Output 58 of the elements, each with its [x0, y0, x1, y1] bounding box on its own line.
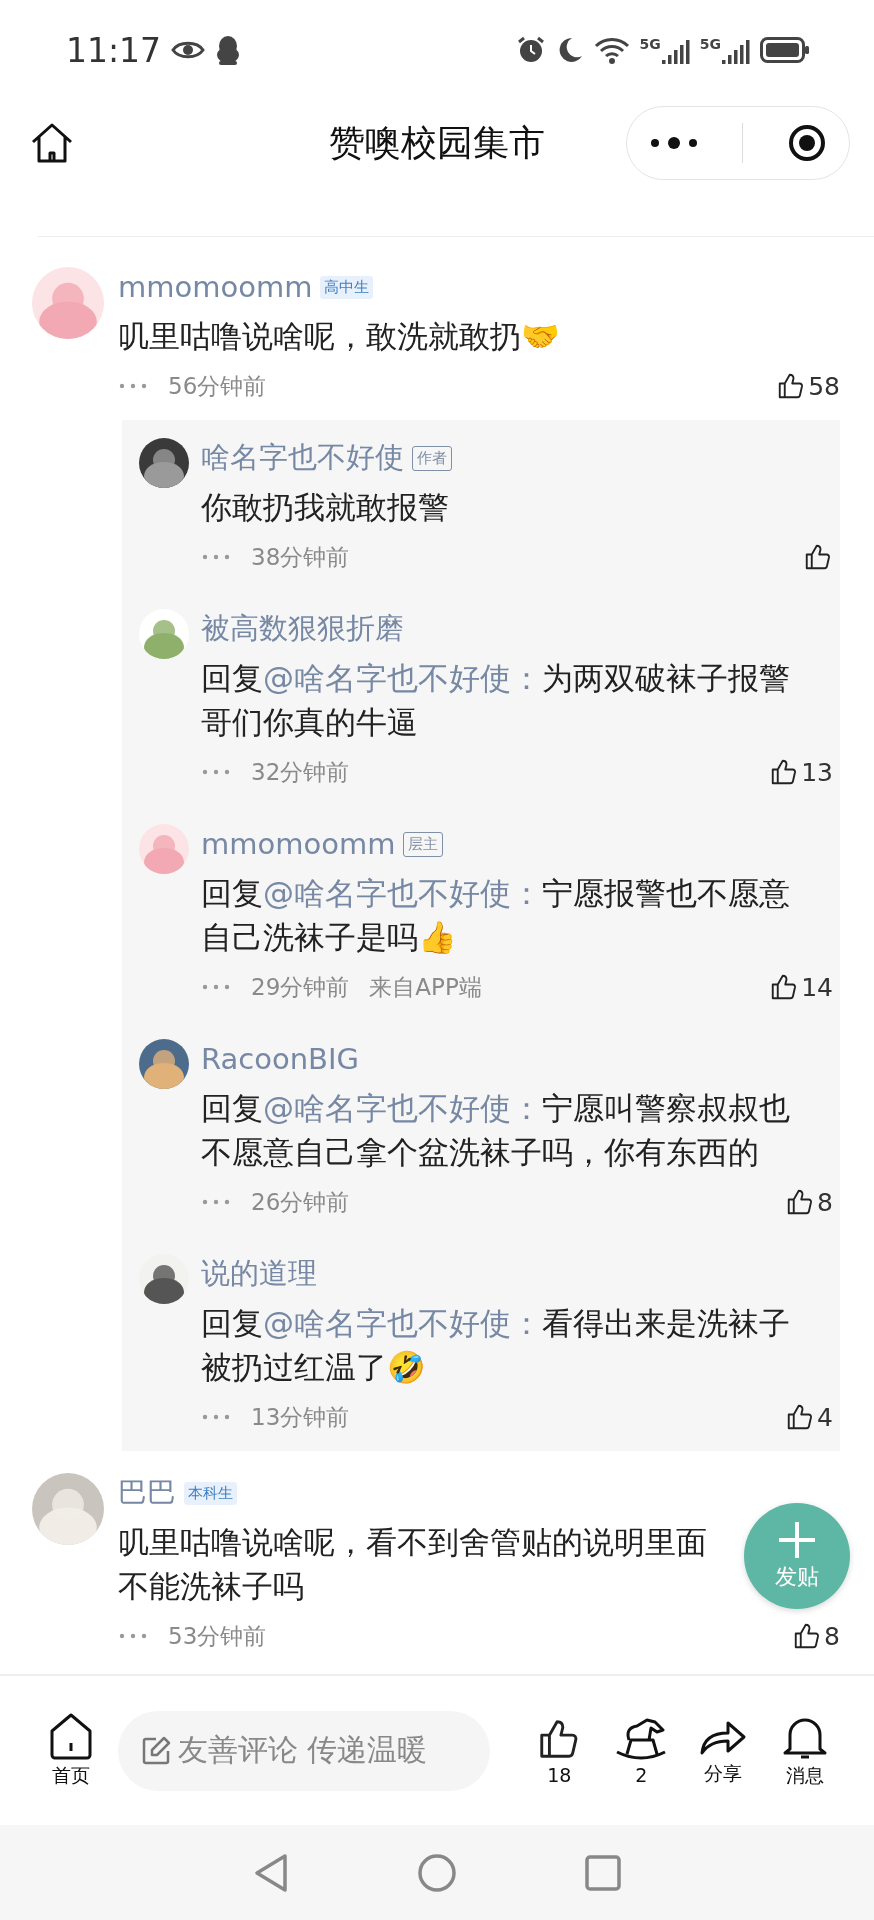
recents-icon[interactable] [585, 1854, 621, 1891]
timestamp: 56分钟前 [168, 371, 267, 401]
more-icon[interactable] [648, 136, 699, 150]
tab-label[interactable]: 首页 [51, 1762, 90, 1789]
home-icon[interactable] [30, 122, 74, 164]
user-name[interactable]: RacoonBIG [201, 1042, 359, 1076]
user-name[interactable]: mmomoomm [118, 270, 313, 304]
network-label: 5G [639, 36, 661, 52]
comment-text: 叽里咕噜说啥呢，看不到舍管贴的说明里面 [118, 1523, 707, 1562]
comment-input-field[interactable]: 友善评论 传递温暖 [117, 1710, 491, 1791]
user-name[interactable]: 被高数狠狠折磨 [201, 609, 404, 649]
clock-time: 11:17 [66, 30, 162, 70]
like-count: 13 [801, 757, 833, 787]
role-tag: 本科生 [184, 1481, 237, 1505]
eye-icon [171, 39, 206, 61]
timestamp: 13分钟前 [251, 1402, 350, 1432]
battery-icon [760, 37, 810, 63]
like-count: 18 [547, 1763, 572, 1786]
alarm-icon [515, 35, 546, 65]
plus-icon [777, 1520, 817, 1560]
favorite-count: 2 [635, 1763, 648, 1786]
reply-text: 回复@啥名字也不好使：宁愿报警也不愿意自己洗袜子是吗👍 [201, 874, 791, 957]
penguin-icon [215, 35, 242, 65]
target-icon[interactable] [787, 123, 828, 163]
timestamp: 29分钟前 [251, 972, 350, 1002]
reply-text: 你敢扔我就敢报警 [201, 488, 450, 527]
user-name[interactable]: 啥名字也不好使 [201, 438, 404, 478]
home-circle-icon[interactable] [417, 1852, 457, 1893]
reply-text: 回复@啥名字也不好使：宁愿叫警察叔叔也不愿意自己拿个盆洗袜子吗，你有东西的 [201, 1089, 791, 1172]
timestamp: 32分钟前 [251, 757, 350, 787]
comment-text: 叽里咕噜说啥呢，敢洗就敢扔🤝 [118, 317, 560, 356]
like-icon[interactable] [803, 542, 833, 572]
comment-text: 不能洗袜子吗 [118, 1567, 304, 1606]
back-icon[interactable] [253, 1852, 289, 1893]
tab-label[interactable]: 分享 [704, 1760, 743, 1787]
like-count: 4 [817, 1402, 833, 1432]
user-name[interactable]: mmomoomm [201, 827, 396, 861]
reply-text: 回复@啥名字也不好使：看得出来是洗袜子被扔过红温了🤣 [201, 1304, 791, 1387]
post-button[interactable]: 发贴 [744, 1503, 850, 1609]
source-label: 来自APP端 [369, 972, 482, 1002]
timestamp: 26分钟前 [251, 1187, 350, 1217]
tab-label[interactable]: 消息 [786, 1762, 825, 1789]
role-tag: 层主 [403, 831, 444, 857]
home-icon[interactable] [48, 1712, 93, 1761]
role-tag: 作者 [412, 445, 452, 471]
user-name[interactable]: 巴巴 [118, 1473, 176, 1513]
like-count: 14 [801, 972, 833, 1002]
wifi-icon [593, 36, 630, 64]
user-name[interactable]: 说的道理 [201, 1254, 317, 1294]
like-count: 58 [808, 371, 840, 401]
page-title: 赞噢校园集市 [329, 121, 545, 163]
like-count: 8 [817, 1187, 833, 1217]
reply-text: 回复@啥名字也不好使：为两双破袜子报警哥们你真的牛逼 [201, 659, 791, 742]
timestamp: 38分钟前 [251, 542, 350, 572]
like-count: 8 [824, 1621, 840, 1651]
role-tag: 高中生 [320, 275, 374, 299]
network-label: 5G [699, 36, 721, 52]
timestamp: 53分钟前 [168, 1621, 267, 1651]
